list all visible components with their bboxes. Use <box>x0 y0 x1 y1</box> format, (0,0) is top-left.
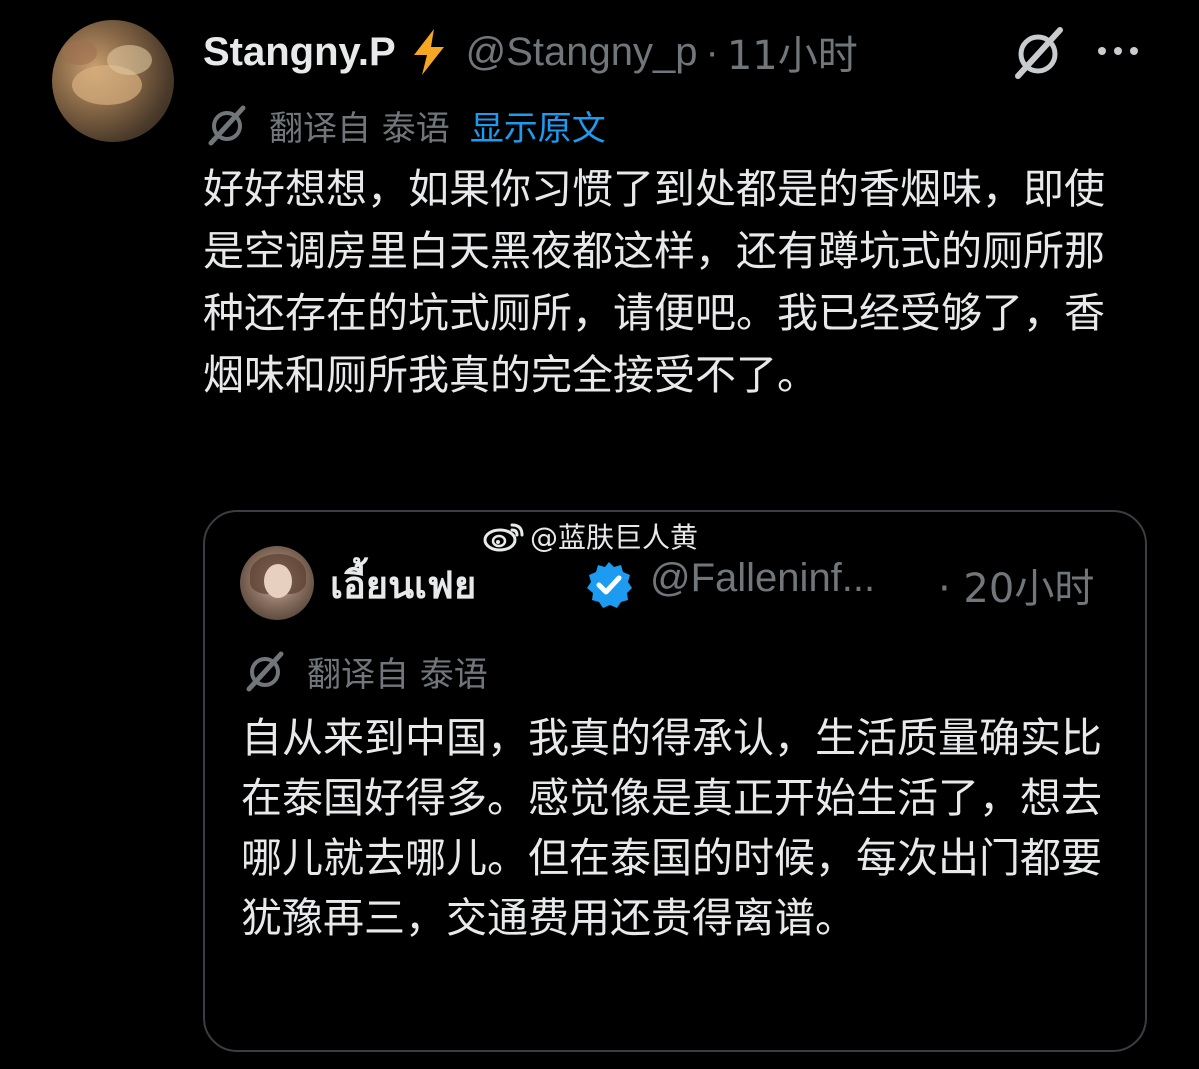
grok-translate-icon <box>208 105 246 146</box>
grok-icon[interactable] <box>1010 24 1066 80</box>
translated-from-label: 翻译自 泰语 <box>269 108 450 149</box>
author-handle[interactable]: @Stangny_p <box>466 30 698 75</box>
grok-translate-icon <box>246 651 284 692</box>
translation-row: 翻译自 泰语 显示原文 <box>205 100 606 150</box>
tweet-text: 好好想想，如果你习惯了到处都是的香烟味，即使是空调房里白天黑夜都这样，还有蹲坑式… <box>203 165 1105 399</box>
quoted-author-handle[interactable]: @Falleninf... <box>650 556 875 601</box>
quoted-translated-from-label: 翻译自 泰语 <box>307 654 488 695</box>
author-avatar[interactable] <box>52 20 174 142</box>
quoted-translation-row: 翻译自 泰语 <box>243 646 488 696</box>
separator-dot: · <box>705 29 719 74</box>
watermark-text: @蓝肤巨人黄 <box>530 521 699 554</box>
lightning-bolt-icon <box>413 29 444 75</box>
tweet-time[interactable]: 11小时 <box>727 23 858 81</box>
quoted-tweet-text: 自从来到中国，我真的得承认，生活质量确实比在泰国好得多。感觉像是真正开始生活了，… <box>241 714 1102 942</box>
author-name[interactable]: Stangny.P <box>203 30 396 75</box>
more-options-icon[interactable] <box>1098 36 1146 66</box>
weibo-watermark: @蓝肤巨人黄 <box>482 516 698 556</box>
verified-badge-icon <box>587 562 632 608</box>
tweet-header: Stangny.P @Stangny_p · 11小时 <box>203 24 858 80</box>
quoted-author-name[interactable]: เอี้ยนเฟย <box>330 554 476 615</box>
weibo-icon <box>483 523 524 552</box>
quoted-tweet-header: เอี้ยนเฟย <box>330 554 476 614</box>
show-original-link[interactable]: 显示原文 <box>470 101 606 150</box>
quoted-tweet-time[interactable]: · 20小时 <box>938 556 1094 614</box>
quoted-author-avatar[interactable] <box>240 546 314 620</box>
